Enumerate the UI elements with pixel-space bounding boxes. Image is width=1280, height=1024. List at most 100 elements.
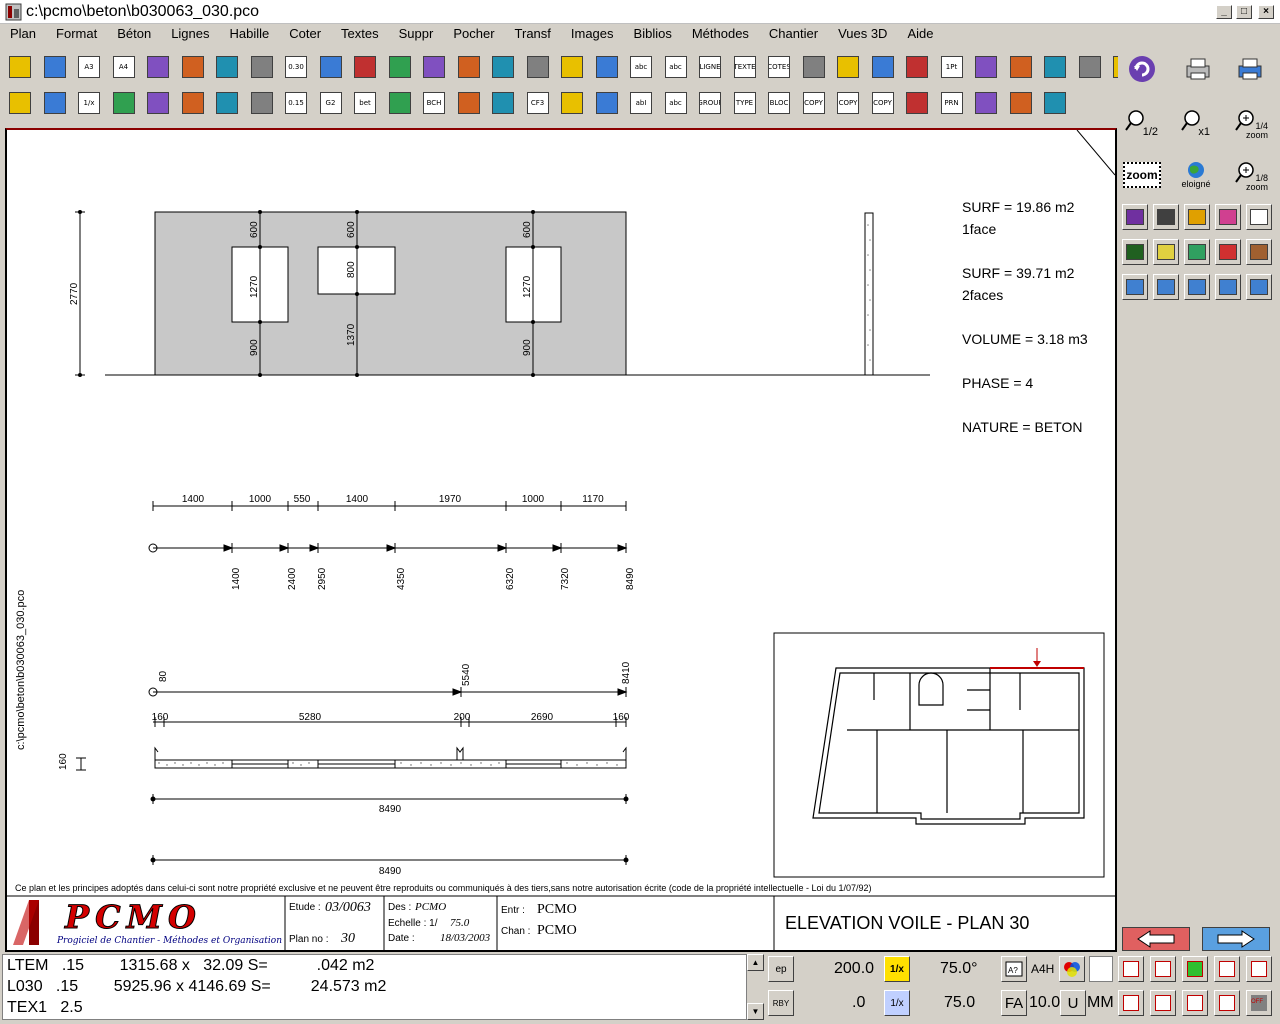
snap-mid-button[interactable] bbox=[1150, 990, 1176, 1016]
row1-tool-29[interactable] bbox=[972, 52, 1000, 82]
eloigne-button[interactable]: eloigné bbox=[1176, 158, 1216, 192]
zoom-eighth-button[interactable]: 1/8 zoom bbox=[1230, 158, 1270, 192]
ep-button[interactable]: ep bbox=[768, 956, 794, 982]
row1-tool-31[interactable] bbox=[1041, 52, 1069, 82]
page-button[interactable] bbox=[1246, 204, 1272, 230]
row2-tool-11[interactable]: bet bbox=[351, 88, 379, 118]
row1-tool-7[interactable] bbox=[213, 52, 241, 82]
row1-tool-14[interactable] bbox=[455, 52, 483, 82]
block-green-button[interactable] bbox=[1184, 239, 1210, 265]
row2-tool-16[interactable]: CF3 bbox=[524, 88, 552, 118]
menu-coter[interactable]: Coter bbox=[279, 24, 331, 44]
menu-lignes[interactable]: Lignes bbox=[161, 24, 219, 44]
row1-tool-4[interactable]: A4 bbox=[110, 52, 138, 82]
menu-vues3d[interactable]: Vues 3D bbox=[828, 24, 897, 44]
row2-tool-18[interactable] bbox=[593, 88, 621, 118]
menu-pocher[interactable]: Pocher bbox=[443, 24, 504, 44]
zoom-x1-button[interactable]: x1 bbox=[1176, 106, 1216, 140]
snap-point-button[interactable] bbox=[1118, 956, 1144, 982]
row1-tool-27[interactable] bbox=[903, 52, 931, 82]
row1-tool-32[interactable] bbox=[1076, 52, 1104, 82]
row1-tool-6[interactable] bbox=[179, 52, 207, 82]
row2-tool-13[interactable]: BCH bbox=[420, 88, 448, 118]
row2-tool-10[interactable]: G2 bbox=[317, 88, 345, 118]
row1-tool-2[interactable] bbox=[41, 52, 69, 82]
row1-tool-23[interactable]: COTES bbox=[765, 52, 793, 82]
row2-tool-2[interactable] bbox=[41, 88, 69, 118]
snap-cursor-button[interactable] bbox=[1246, 274, 1272, 300]
zoom-quarter-button[interactable]: 1/4 zoom bbox=[1230, 106, 1270, 140]
yinyang-button[interactable] bbox=[1153, 204, 1179, 230]
row2-tool-5[interactable] bbox=[144, 88, 172, 118]
menu-chantier[interactable]: Chantier bbox=[759, 24, 828, 44]
rby-button[interactable]: RBY bbox=[768, 990, 794, 1016]
unit-button[interactable]: U bbox=[1060, 990, 1086, 1016]
ladder-button[interactable] bbox=[1122, 239, 1148, 265]
menu-methodes[interactable]: Méthodes bbox=[682, 24, 759, 44]
row2-tool-22[interactable]: TYPE bbox=[731, 88, 759, 118]
scroll-down-icon[interactable]: ▼ bbox=[747, 1003, 764, 1020]
row2-tool-17[interactable] bbox=[558, 88, 586, 118]
block-red-button[interactable] bbox=[1215, 239, 1241, 265]
row2-tool-12[interactable] bbox=[386, 88, 414, 118]
row1-tool-30[interactable] bbox=[1007, 52, 1035, 82]
row1-tool-19[interactable]: abc bbox=[627, 52, 655, 82]
block-brown-button[interactable] bbox=[1246, 239, 1272, 265]
scroll-up-icon[interactable]: ▲ bbox=[747, 954, 764, 971]
row2-tool-20[interactable]: abc bbox=[662, 88, 690, 118]
row2-tool-29[interactable] bbox=[972, 88, 1000, 118]
menu-textes[interactable]: Textes bbox=[331, 24, 389, 44]
row2-tool-25[interactable]: COPY bbox=[834, 88, 862, 118]
menu-suppr[interactable]: Suppr bbox=[389, 24, 444, 44]
row1-tool-16[interactable] bbox=[524, 52, 552, 82]
menu-aide[interactable]: Aide bbox=[897, 24, 943, 44]
close-button[interactable]: × bbox=[1258, 5, 1274, 19]
snap-perp-button[interactable] bbox=[1150, 956, 1176, 982]
row1-tool-8[interactable] bbox=[248, 52, 276, 82]
row2-tool-23[interactable]: BLOC bbox=[765, 88, 793, 118]
gear-button[interactable] bbox=[1215, 204, 1241, 230]
row1-tool-26[interactable] bbox=[869, 52, 897, 82]
row2-tool-28[interactable]: PRN bbox=[938, 88, 966, 118]
row1-tool-13[interactable] bbox=[420, 52, 448, 82]
menu-habille[interactable]: Habille bbox=[220, 24, 280, 44]
row2-tool-1[interactable] bbox=[6, 88, 34, 118]
menu-plan[interactable]: Plan bbox=[0, 24, 46, 44]
snap-circle-button[interactable] bbox=[1182, 990, 1208, 1016]
snap-cross-button[interactable] bbox=[1182, 956, 1208, 982]
status-scrollbar[interactable]: ▲ ▼ bbox=[746, 954, 764, 1020]
minimize-button[interactable]: _ bbox=[1216, 5, 1232, 19]
row1-tool-21[interactable]: LIGNE bbox=[696, 52, 724, 82]
row2-tool-24[interactable]: COPY bbox=[800, 88, 828, 118]
row2-tool-15[interactable] bbox=[489, 88, 517, 118]
row1-tool-3[interactable]: A3 bbox=[75, 52, 103, 82]
row2-tool-9[interactable]: 0.15 bbox=[282, 88, 310, 118]
row1-tool-10[interactable] bbox=[317, 52, 345, 82]
row1-tool-12[interactable] bbox=[386, 52, 414, 82]
row2-tool-3[interactable]: 1/x bbox=[75, 88, 103, 118]
row1-tool-5[interactable] bbox=[144, 52, 172, 82]
row1-tool-18[interactable] bbox=[593, 52, 621, 82]
menu-beton[interactable]: Béton bbox=[107, 24, 161, 44]
snap-box-button[interactable] bbox=[1118, 990, 1144, 1016]
snap-arc-button[interactable] bbox=[1246, 956, 1272, 982]
row2-tool-31[interactable] bbox=[1041, 88, 1069, 118]
layer-button[interactable] bbox=[1122, 204, 1148, 230]
snap-h-button[interactable] bbox=[1122, 274, 1148, 300]
zoom-window-button[interactable]: zoom bbox=[1122, 158, 1162, 192]
row1-tool-11[interactable] bbox=[351, 52, 379, 82]
fa-button[interactable]: FA bbox=[1001, 990, 1027, 1016]
snap-mid-button[interactable] bbox=[1184, 274, 1210, 300]
row1-tool-20[interactable]: abc bbox=[662, 52, 690, 82]
format-button[interactable]: A? bbox=[1001, 956, 1027, 982]
auto-button[interactable] bbox=[1184, 204, 1210, 230]
row2-tool-6[interactable] bbox=[179, 88, 207, 118]
inverse-button[interactable]: 1/x bbox=[884, 956, 910, 982]
color-button[interactable] bbox=[1059, 956, 1085, 982]
color-swatch[interactable] bbox=[1089, 956, 1113, 982]
maximize-button[interactable]: □ bbox=[1236, 5, 1252, 19]
row2-tool-19[interactable]: abI bbox=[627, 88, 655, 118]
print-color-button[interactable] bbox=[1230, 52, 1270, 86]
inverse-scale-button[interactable]: 1/x bbox=[884, 990, 910, 1016]
row1-tool-22[interactable]: TEXTE bbox=[731, 52, 759, 82]
